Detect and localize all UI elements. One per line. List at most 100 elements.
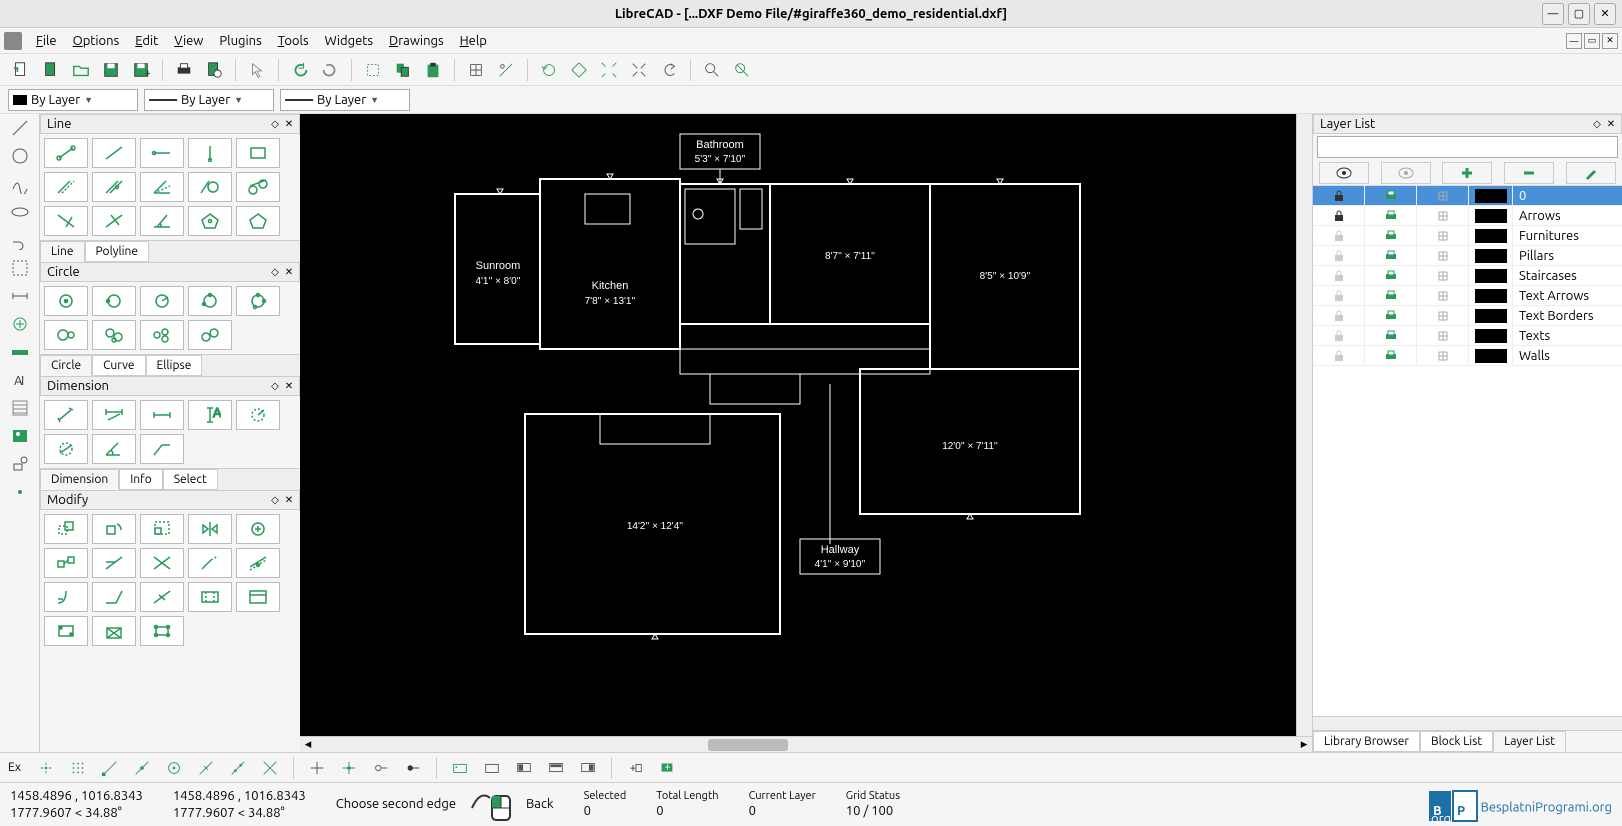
layer-row[interactable]: Pillars: [1313, 246, 1622, 266]
layer-row[interactable]: Furnitures: [1313, 226, 1622, 246]
tab-curve[interactable]: Curve: [92, 355, 145, 376]
polyline-tool-icon[interactable]: [10, 230, 30, 250]
hatch-tool-icon[interactable]: [10, 398, 30, 418]
modify-move[interactable]: [44, 514, 88, 544]
canvas[interactable]: Sunroom 4'1'' × 8'0'' Kitchen 7'8'' × 13…: [300, 114, 1296, 736]
circle-2p[interactable]: [92, 286, 136, 316]
color-swatch[interactable]: [1469, 286, 1513, 305]
cut-icon[interactable]: [360, 57, 386, 83]
grid-icon[interactable]: [463, 57, 489, 83]
save-icon[interactable]: [98, 57, 124, 83]
line-horizontal[interactable]: [140, 138, 184, 168]
zoom-auto-icon[interactable]: [626, 57, 652, 83]
screen2-icon[interactable]: [543, 755, 569, 781]
print-icon[interactable]: [171, 57, 197, 83]
construction-icon[interactable]: [1417, 206, 1469, 225]
construction-icon[interactable]: [1417, 326, 1469, 345]
snap-intersection-icon[interactable]: [257, 755, 283, 781]
lock-rel-icon[interactable]: +: [622, 755, 648, 781]
modify-delete[interactable]: [92, 616, 136, 646]
copy-icon[interactable]: [390, 57, 416, 83]
layer-h-scroll[interactable]: [1313, 716, 1622, 730]
mdi-minimize[interactable]: —: [1566, 33, 1582, 49]
construction-icon[interactable]: [1417, 246, 1469, 265]
tab-info[interactable]: Info: [119, 469, 163, 490]
zoom-out-icon[interactable]: [596, 57, 622, 83]
mdi-close[interactable]: ✕: [1602, 33, 1618, 49]
construction-icon[interactable]: [1417, 306, 1469, 325]
color-combo[interactable]: By Layer▼: [8, 89, 138, 111]
color-swatch[interactable]: [1469, 346, 1513, 365]
redo-icon[interactable]: [317, 57, 343, 83]
line-tangent1[interactable]: [188, 172, 232, 202]
restrict-nothing-icon[interactable]: [304, 755, 330, 781]
measure-tool-icon[interactable]: [10, 342, 30, 362]
snap-distance-icon[interactable]: [225, 755, 251, 781]
construction-icon[interactable]: [1417, 226, 1469, 245]
snap-grid-icon[interactable]: [65, 755, 91, 781]
menu-options[interactable]: Options: [65, 32, 128, 50]
dim-linear[interactable]: [92, 400, 136, 430]
menu-plugins[interactable]: Plugins: [211, 32, 269, 50]
menu-file[interactable]: File: [28, 32, 65, 50]
vertical-scrollbar[interactable]: [1296, 114, 1312, 736]
lock-icon[interactable]: [1313, 206, 1365, 225]
maximize-button[interactable]: ▢: [1568, 3, 1590, 25]
mdi-restore[interactable]: ▭: [1584, 33, 1600, 49]
circle-2pr[interactable]: [140, 286, 184, 316]
layer-add-icon[interactable]: [1442, 162, 1492, 184]
dim-leader[interactable]: [140, 434, 184, 464]
line-polygon-cen[interactable]: [188, 206, 232, 236]
print-icon[interactable]: [1365, 206, 1417, 225]
dim-radial[interactable]: [236, 400, 280, 430]
zoom-redraw-icon[interactable]: [536, 57, 562, 83]
open-folder-icon[interactable]: [68, 57, 94, 83]
undo-icon[interactable]: [287, 57, 313, 83]
line-parallel-through[interactable]: [44, 172, 88, 202]
layer-row[interactable]: 0: [1313, 186, 1622, 206]
modify-rotate[interactable]: [92, 514, 136, 544]
print-icon[interactable]: [1365, 266, 1417, 285]
paste-icon[interactable]: [420, 57, 446, 83]
modify-divide[interactable]: [140, 582, 184, 612]
menu-drawings[interactable]: Drawings: [381, 32, 452, 50]
modify-moverotate[interactable]: [236, 514, 280, 544]
color-swatch[interactable]: [1469, 266, 1513, 285]
save-as-icon[interactable]: +: [128, 57, 154, 83]
modify-properties[interactable]: [236, 582, 280, 612]
print-icon[interactable]: [1365, 306, 1417, 325]
tab-circle[interactable]: Circle: [40, 355, 92, 376]
restrict-vert-icon[interactable]: [400, 755, 426, 781]
line-tool-icon[interactable]: [10, 118, 30, 138]
lock-icon[interactable]: [1313, 286, 1365, 305]
menu-tools[interactable]: Tools: [270, 32, 317, 50]
modify-bevel[interactable]: [44, 582, 88, 612]
dimension-tool-icon[interactable]: [10, 286, 30, 306]
construction-icon[interactable]: [1417, 266, 1469, 285]
circle-tan2[interactable]: [92, 320, 136, 350]
print-preview-icon[interactable]: [201, 57, 227, 83]
pointer-icon[interactable]: [244, 57, 270, 83]
point-tool-icon[interactable]: [10, 482, 30, 502]
new-file-icon[interactable]: [8, 57, 34, 83]
tab-polyline[interactable]: Polyline: [85, 241, 150, 262]
ellipse-tool-icon[interactable]: [10, 202, 30, 222]
line-tangent2[interactable]: [236, 172, 280, 202]
relzero-lock-icon[interactable]: [479, 755, 505, 781]
minimize-button[interactable]: —: [1542, 3, 1564, 25]
snap-free-icon[interactable]: [33, 755, 59, 781]
color-swatch[interactable]: [1469, 226, 1513, 245]
color-swatch[interactable]: [1469, 246, 1513, 265]
dim-vertical[interactable]: A: [188, 400, 232, 430]
zoom-window-icon[interactable]: [699, 57, 725, 83]
lock-icon[interactable]: [1313, 246, 1365, 265]
modify-tool-icon[interactable]: [10, 314, 30, 334]
line-vertical[interactable]: [188, 138, 232, 168]
color-swatch[interactable]: [1469, 186, 1513, 205]
layer-row[interactable]: Text Arrows: [1313, 286, 1622, 306]
draft-icon[interactable]: [493, 57, 519, 83]
modify-trim[interactable]: [92, 548, 136, 578]
tab-library-browser[interactable]: Library Browser: [1313, 731, 1420, 752]
tab-ellipse[interactable]: Ellipse: [146, 355, 203, 376]
line-relangle[interactable]: [140, 206, 184, 236]
